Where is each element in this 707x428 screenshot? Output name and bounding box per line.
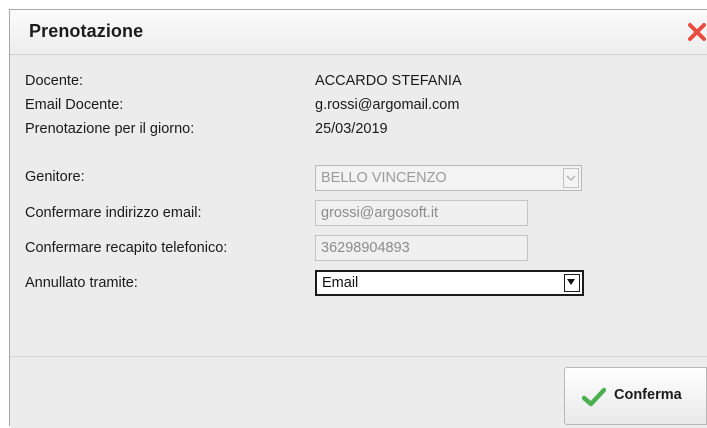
annullato-select[interactable]: Email: [315, 270, 584, 296]
booking-dialog: Prenotazione Docente: ACCARDO STEFANIA E…: [9, 9, 707, 428]
chevron-down-icon: [563, 168, 579, 188]
close-icon[interactable]: [687, 22, 707, 42]
genitore-label: Genitore:: [25, 169, 85, 185]
confirm-button[interactable]: Conferma: [564, 367, 707, 425]
docente-value: ACCARDO STEFANIA: [315, 73, 462, 89]
genitore-select: BELLO VINCENZO: [315, 165, 582, 191]
genitore-select-value: BELLO VINCENZO: [321, 170, 447, 186]
conferma-email-label: Confermare indirizzo email:: [25, 205, 202, 221]
email-docente-value: g.rossi@argomail.com: [315, 97, 460, 113]
annullato-label: Annullato tramite:: [25, 275, 138, 291]
conferma-telefono-field: 36298904893: [315, 235, 528, 261]
chevron-down-icon[interactable]: [564, 274, 580, 292]
annullato-select-value: Email: [322, 275, 359, 291]
conferma-telefono-value: 36298904893: [321, 240, 410, 256]
docente-label: Docente:: [25, 73, 84, 89]
check-icon: [581, 387, 607, 407]
conferma-telefono-label: Confermare recapito telefonico:: [25, 240, 228, 256]
confirm-button-label: Conferma: [614, 387, 682, 403]
dialog-body: Docente: ACCARDO STEFANIA Email Docente:…: [10, 55, 707, 356]
giorno-label: Prenotazione per il giorno:: [25, 121, 195, 137]
dialog-footer: Conferma: [10, 356, 707, 428]
conferma-email-value: grossi@argosoft.it: [321, 205, 439, 221]
giorno-value: 25/03/2019: [315, 121, 388, 137]
dialog-titlebar: Prenotazione: [10, 10, 707, 55]
dialog-title: Prenotazione: [29, 21, 144, 41]
email-docente-label: Email Docente:: [25, 97, 124, 113]
conferma-email-field: grossi@argosoft.it: [315, 200, 528, 226]
